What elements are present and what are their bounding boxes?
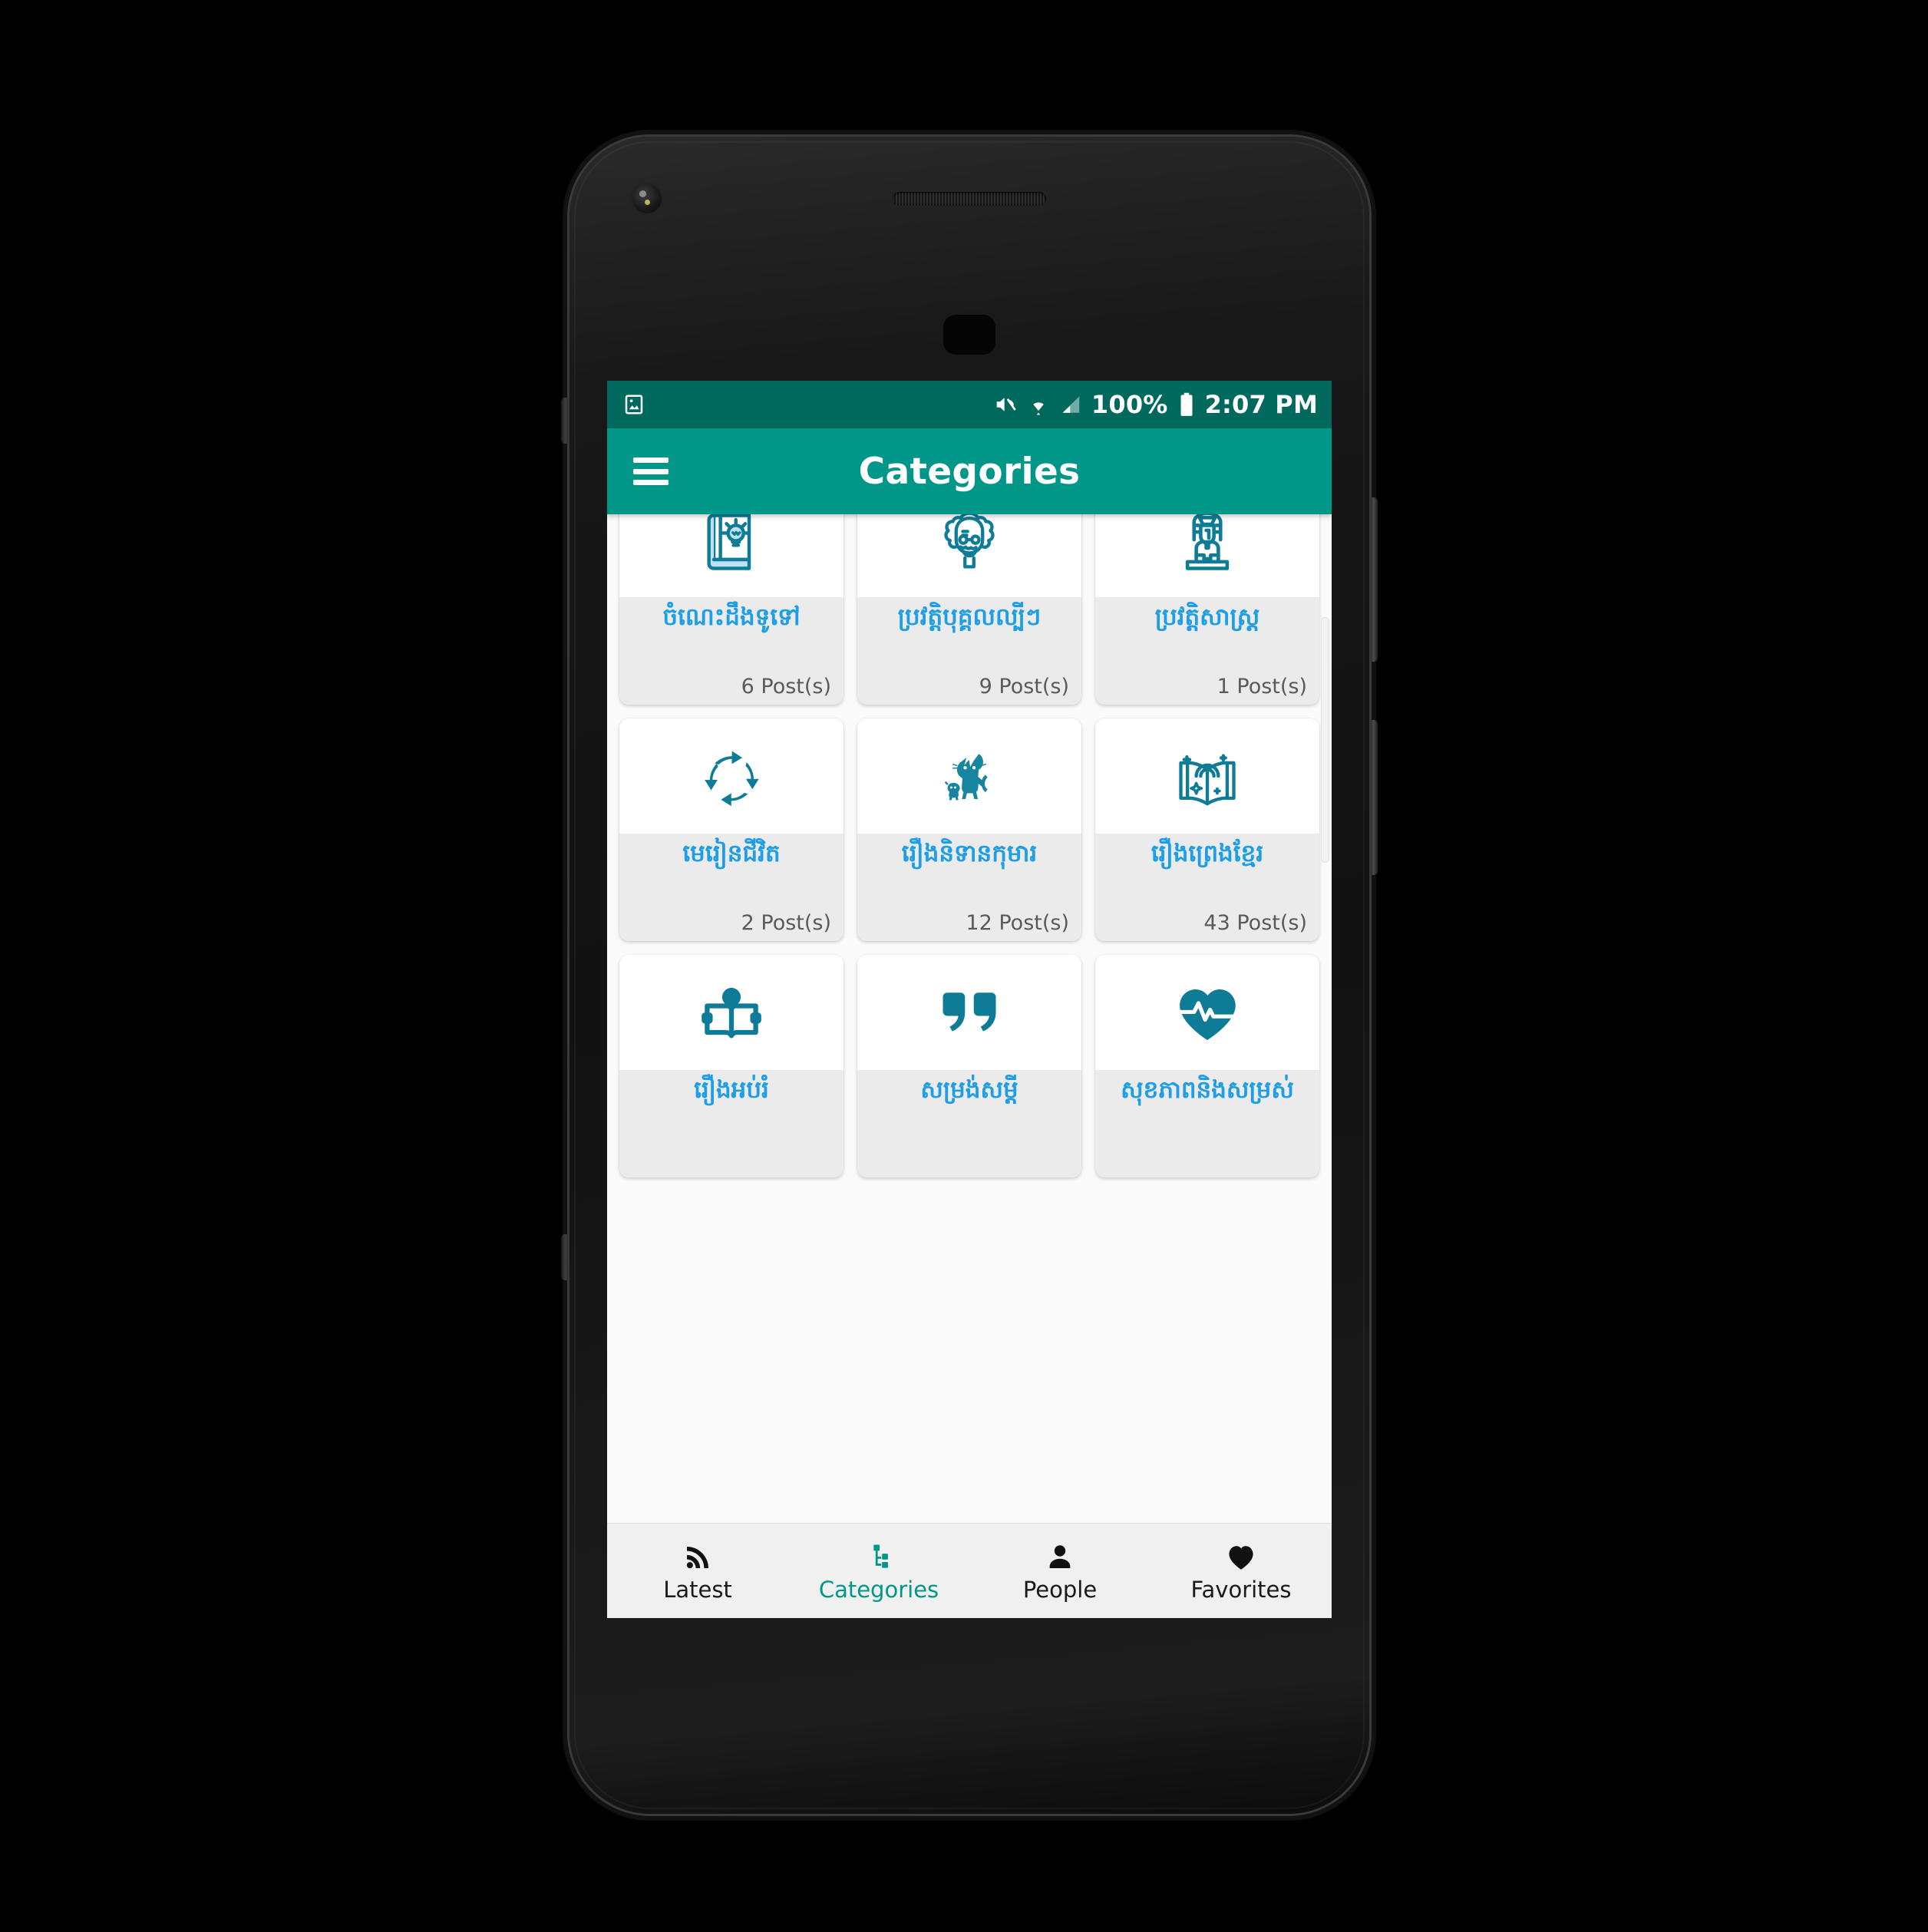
open-book-sparkle-icon <box>1095 718 1319 834</box>
left-accent-a <box>561 398 568 444</box>
nav-item-categories[interactable]: Categories <box>788 1541 969 1601</box>
image-icon <box>622 393 645 416</box>
app-bar: Categories <box>607 428 1332 514</box>
category-title: សុខភាពនិងសម្រស់ <box>1121 1076 1294 1104</box>
category-title: សម្រង់សម្តី <box>920 1076 1018 1104</box>
nav-item-latest[interactable]: Latest <box>607 1541 788 1601</box>
phone-device-frame: 100% 2:07 PM Categories ចំណេះដឹងទូទៅ 6 P… <box>561 137 1378 1814</box>
category-title: រឿងនិទានកុមារ <box>901 840 1038 867</box>
category-card[interactable]: រឿងអប់រំ <box>619 955 844 1177</box>
nav-item-people[interactable]: People <box>969 1541 1151 1601</box>
category-post-count: 1 Post(s) <box>1217 675 1307 698</box>
category-title: មេរៀនជីវិត <box>682 840 781 867</box>
proximity-sensor <box>943 315 995 355</box>
book-lightbulb-icon <box>619 514 844 597</box>
clock-label: 2:07 PM <box>1204 390 1318 419</box>
person-icon <box>1044 1541 1076 1574</box>
power-button[interactable] <box>1371 720 1378 875</box>
einstein-face-icon <box>857 514 1081 597</box>
categories-scroll-area[interactable]: ចំណេះដឹងទូទៅ 6 Post(s) ប្រវត្តិបុគ្គលល្ប… <box>607 514 1332 1523</box>
cat-mouse-icon <box>857 718 1081 834</box>
category-post-count: 12 Post(s) <box>966 911 1069 935</box>
category-card[interactable]: រឿងព្រេងខ្មែរ 43 Post(s) <box>1095 718 1319 941</box>
heart-pulse-icon <box>1095 955 1319 1070</box>
bottom-navigation-bar: Latest Categories People Favorites <box>607 1523 1332 1618</box>
nav-label: Favorites <box>1190 1576 1292 1603</box>
volume-mute-icon <box>993 392 1018 417</box>
category-title: ប្រវត្តិសាស្ត្រ <box>1154 603 1260 631</box>
vertical-scrollbar-thumb[interactable] <box>1321 617 1329 863</box>
category-title: រឿងអប់រំ <box>694 1076 769 1104</box>
status-bar: 100% 2:07 PM <box>607 381 1332 428</box>
category-card[interactable]: សុខភាពនិងសម្រស់ <box>1095 955 1319 1177</box>
category-card[interactable]: រឿងនិទានកុមារ 12 Post(s) <box>857 718 1081 941</box>
category-card[interactable]: ប្រវត្តិសាស្ត្រ 1 Post(s) <box>1095 514 1319 705</box>
sphinx-icon <box>1095 514 1319 597</box>
rss-icon <box>682 1541 714 1574</box>
category-card[interactable]: មេរៀនជីវិត 2 Post(s) <box>619 718 844 941</box>
volume-button[interactable] <box>1371 497 1378 662</box>
left-accent-b <box>561 1234 568 1280</box>
heart-icon <box>1225 1541 1257 1574</box>
categories-grid: ចំណេះដឹងទូទៅ 6 Post(s) ប្រវត្តិបុគ្គលល្ប… <box>607 514 1332 1177</box>
front-camera-icon <box>632 184 662 213</box>
nav-item-favorites[interactable]: Favorites <box>1151 1541 1332 1601</box>
category-card[interactable]: សម្រង់សម្តី <box>857 955 1081 1177</box>
earpiece-speaker <box>893 192 1046 206</box>
hamburger-menu-icon[interactable] <box>633 457 669 485</box>
category-post-count: 9 Post(s) <box>979 675 1069 698</box>
account-tree-icon <box>863 1541 895 1574</box>
nav-label: Latest <box>663 1576 732 1603</box>
page-title: Categories <box>858 450 1081 493</box>
person-reading-icon <box>619 955 844 1070</box>
category-post-count: 2 Post(s) <box>741 911 831 935</box>
phone-screen: 100% 2:07 PM Categories ចំណេះដឹងទូទៅ 6 P… <box>607 381 1332 1618</box>
battery-full-icon <box>1177 392 1196 417</box>
cell-signal-icon <box>1059 393 1082 416</box>
screenshot-stage: 100% 2:07 PM Categories ចំណេះដឹងទូទៅ 6 P… <box>0 0 1928 1932</box>
battery-percent-label: 100% <box>1091 390 1168 419</box>
quote-marks-icon <box>857 955 1081 1070</box>
category-card[interactable]: ប្រវត្តិបុគ្គលល្បីៗ 9 Post(s) <box>857 514 1081 705</box>
category-title: ប្រវត្តិបុគ្គលល្បីៗ <box>897 603 1042 631</box>
nav-label: People <box>1022 1576 1098 1603</box>
category-card[interactable]: ចំណេះដឹងទូទៅ 6 Post(s) <box>619 514 844 705</box>
cycle-arrows-icon <box>619 718 844 834</box>
category-title: ចំណេះដឹងទូទៅ <box>662 603 801 631</box>
category-post-count: 6 Post(s) <box>741 675 831 698</box>
category-post-count: 43 Post(s) <box>1203 911 1307 935</box>
nav-label: Categories <box>818 1576 939 1603</box>
category-title: រឿងព្រេងខ្មែរ <box>1151 840 1264 867</box>
wifi-icon <box>1027 393 1050 416</box>
